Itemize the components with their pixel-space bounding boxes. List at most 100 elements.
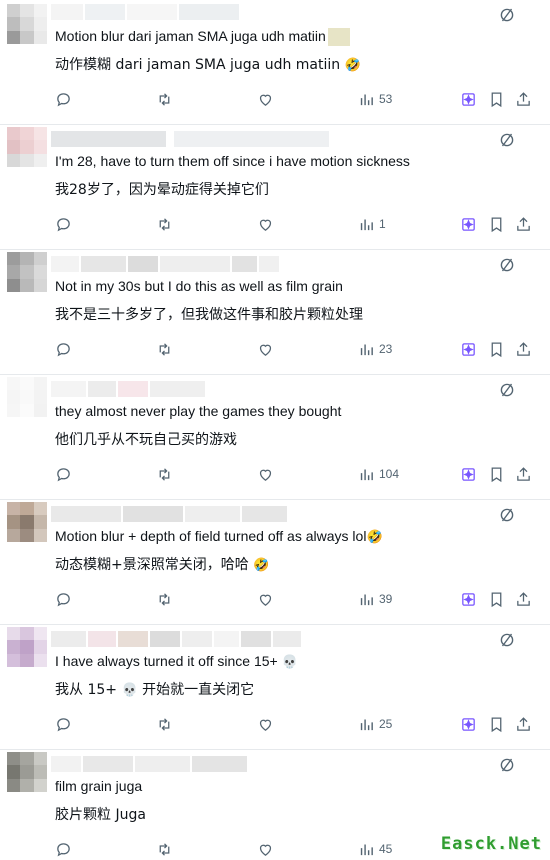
share-button[interactable] (515, 213, 532, 235)
avatar[interactable] (7, 252, 47, 292)
sticker-image (327, 28, 350, 47)
post-text-translation: 动态模糊+景深照常关闭，哈哈 🤣 (55, 557, 270, 573)
retweet-button[interactable] (156, 713, 173, 735)
reply-button[interactable] (55, 88, 72, 110)
share-button[interactable] (515, 88, 532, 110)
views-button[interactable]: 25 (358, 713, 392, 735)
post-text-original: Not in my 30s but I do this as well as f… (55, 278, 343, 294)
rofl-emoji: 🤣 (344, 57, 361, 73)
share-icon (517, 716, 530, 731)
avatar[interactable] (7, 502, 47, 542)
reply-button[interactable] (55, 338, 72, 360)
post-text-original: I have always turned it off since 15+ 💀 (55, 653, 298, 670)
share-icon (517, 91, 530, 106)
post: Motion blur + depth of field turned off … (0, 500, 550, 625)
grok-icon (462, 467, 475, 481)
grok-translate-icon[interactable] (498, 256, 516, 274)
retweet-icon (159, 717, 170, 731)
grok-icon (462, 92, 475, 106)
retweet-button[interactable] (156, 588, 173, 610)
action-bar: 1 (0, 213, 550, 235)
author-name-blurred[interactable] (51, 131, 331, 147)
action-bar: 39 (0, 588, 550, 610)
author-name-blurred[interactable] (51, 631, 339, 647)
grok-button[interactable] (460, 338, 477, 360)
post-text-translation: 他们几乎从不玩自己买的游戏 (55, 432, 237, 448)
author-name-blurred[interactable] (51, 506, 291, 522)
bookmark-button[interactable] (488, 338, 505, 360)
views-count: 23 (379, 342, 393, 356)
views-count: 1 (379, 217, 386, 231)
rofl-emoji: 🤣 (253, 557, 270, 573)
views-button[interactable]: 104 (358, 463, 399, 485)
views-icon (360, 719, 373, 730)
author-name-blurred[interactable] (51, 256, 281, 272)
like-button[interactable] (257, 338, 274, 360)
grok-button[interactable] (460, 213, 477, 235)
avatar[interactable] (7, 377, 47, 417)
author-name-blurred[interactable] (51, 381, 211, 397)
views-icon (360, 594, 373, 605)
views-button[interactable]: 39 (358, 588, 392, 610)
avatar[interactable] (7, 127, 47, 167)
share-icon (517, 591, 530, 606)
bookmark-button[interactable] (488, 213, 505, 235)
retweet-icon (159, 92, 170, 106)
retweet-icon (159, 467, 170, 481)
grok-translate-icon[interactable] (498, 6, 516, 24)
grok-translate-icon[interactable] (498, 631, 516, 649)
retweet-button[interactable] (156, 338, 173, 360)
share-button[interactable] (515, 338, 532, 360)
bookmark-icon (491, 341, 502, 357)
reply-button[interactable] (55, 588, 72, 610)
post: Motion blur dari jaman SMA juga udh mati… (0, 0, 550, 125)
grok-translate-icon[interactable] (498, 381, 516, 399)
avatar[interactable] (7, 627, 47, 667)
like-button[interactable] (257, 463, 274, 485)
share-button[interactable] (515, 588, 532, 610)
bookmark-icon (491, 466, 502, 482)
post-text-original: they almost never play the games they bo… (55, 403, 342, 419)
grok-button[interactable] (460, 88, 477, 110)
bookmark-button[interactable] (488, 463, 505, 485)
avatar[interactable] (7, 4, 47, 44)
reply-button[interactable] (55, 463, 72, 485)
grok-translate-icon[interactable] (498, 131, 516, 149)
retweet-button[interactable] (156, 213, 173, 235)
bookmark-button[interactable] (488, 713, 505, 735)
retweet-button[interactable] (156, 838, 173, 860)
bookmark-icon (491, 91, 502, 107)
like-button[interactable] (257, 588, 274, 610)
reply-button[interactable] (55, 713, 72, 735)
share-button[interactable] (515, 463, 532, 485)
grok-button[interactable] (460, 713, 477, 735)
like-icon (259, 844, 272, 856)
retweet-button[interactable] (156, 88, 173, 110)
views-button[interactable]: 53 (358, 88, 392, 110)
like-button[interactable] (257, 838, 274, 860)
views-button[interactable]: 45 (358, 838, 392, 860)
grok-icon (462, 717, 475, 731)
author-name-blurred[interactable] (51, 756, 251, 772)
reply-button[interactable] (55, 213, 72, 235)
like-button[interactable] (257, 713, 274, 735)
bookmark-button[interactable] (488, 88, 505, 110)
grok-translate-icon[interactable] (498, 756, 516, 774)
author-name-blurred[interactable] (51, 4, 246, 20)
views-button[interactable]: 1 (358, 213, 386, 235)
grok-button[interactable] (460, 463, 477, 485)
reply-button[interactable] (55, 838, 72, 860)
retweet-button[interactable] (156, 463, 173, 485)
like-button[interactable] (257, 88, 274, 110)
grok-button[interactable] (460, 588, 477, 610)
post-text-original: I'm 28, have to turn them off since i ha… (55, 153, 410, 169)
like-icon (259, 219, 272, 231)
post: Not in my 30s but I do this as well as f… (0, 250, 550, 375)
grok-translate-icon[interactable] (498, 506, 516, 524)
like-button[interactable] (257, 213, 274, 235)
bookmark-button[interactable] (488, 588, 505, 610)
share-button[interactable] (515, 713, 532, 735)
views-button[interactable]: 23 (358, 338, 392, 360)
avatar[interactable] (7, 752, 47, 792)
action-bar: 53 (0, 88, 550, 110)
